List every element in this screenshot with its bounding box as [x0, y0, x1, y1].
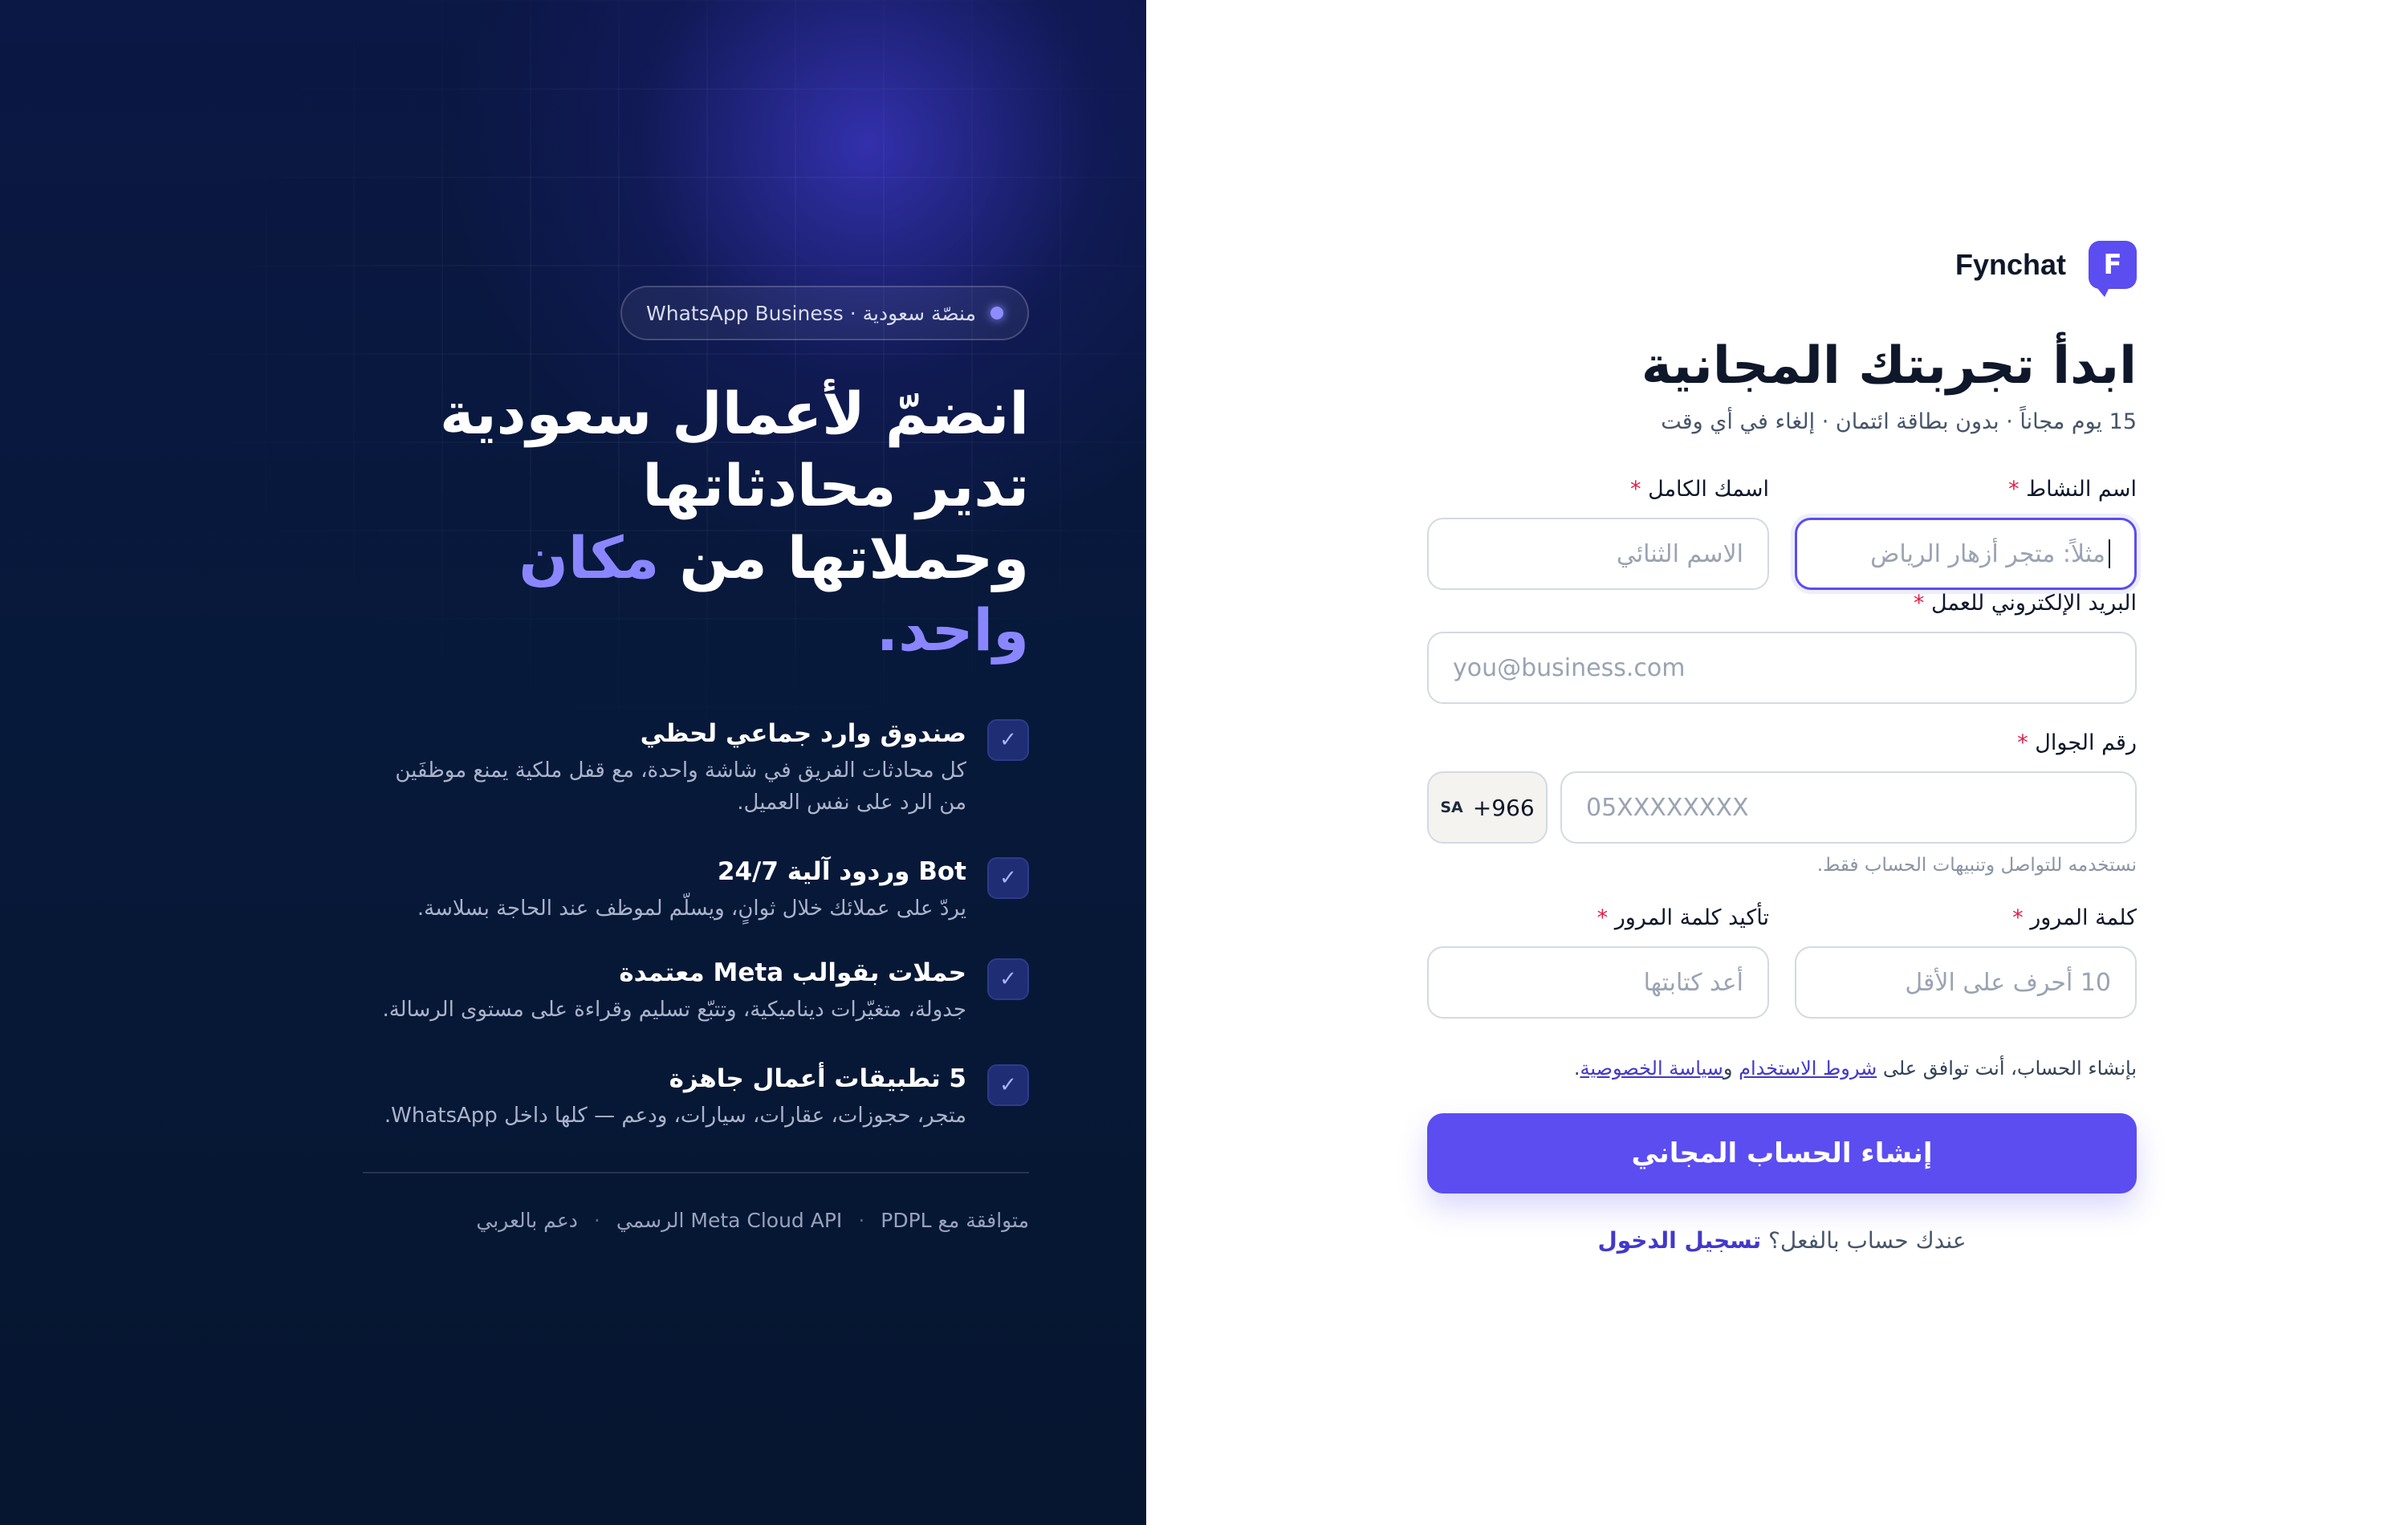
phone-label: رقم الجوال *: [1427, 730, 2137, 757]
signup-panel: F Fynchat ابدأ تجربتك المجانية 15 يوم مج…: [1146, 0, 2408, 1525]
brand-logo-icon: F: [2089, 241, 2137, 297]
saudi-flag-icon: SA: [1440, 799, 1463, 816]
password-row: كلمة المرور * 10 أحرف على الأقل تأكيد كل…: [1427, 905, 2137, 1019]
feature-item: ✓ Bot وردود آلية 24/7 يردّ على عملائك خل…: [363, 856, 1029, 925]
full-name-label: اسمك الكامل *: [1427, 476, 1769, 503]
phone-placeholder: 05XXXXXXXX: [1586, 793, 1749, 822]
full-name-label-text: اسمك الكامل: [1648, 477, 1769, 502]
feature-title: Bot وردود آلية 24/7: [717, 857, 966, 886]
compliance-item-pdpl: متوافقة مع PDPL: [881, 1209, 1029, 1232]
footer-separator: ·: [593, 1209, 600, 1232]
login-prompt: عندك حساب بالفعل؟ تسجيل الدخول: [1427, 1227, 2137, 1254]
form-subtitle: 15 يوم مجاناً · بدون بطاقة ائتمان · إلغا…: [1661, 409, 2137, 434]
email-input[interactable]: you@business.com: [1427, 632, 2137, 704]
check-icon: ✓: [987, 1064, 1029, 1106]
password-placeholder: 10 أحرف على الأقل: [1905, 968, 2111, 997]
confirm-password-placeholder: أعد كتابتها: [1643, 968, 1743, 997]
required-asterisk: *: [1597, 905, 1609, 930]
phone-label-text: رقم الجوال: [2035, 730, 2137, 755]
password-input[interactable]: 10 أحرف على الأقل: [1795, 946, 2137, 1019]
email-label: البريد الإلكتروني للعمل *: [1427, 590, 2137, 617]
full-name-group: اسمك الكامل * الاسم الثنائي: [1427, 476, 1769, 590]
feature-title: 5 تطبيقات أعمال جاهزة: [669, 1064, 966, 1093]
feature-description: يردّ على عملائك خلال ثوانٍ، ويسلّم لموظف…: [417, 897, 966, 921]
hero-title: انضمّ لأعمال سعودية تدير محادثاتها وحملا…: [363, 377, 1029, 666]
business-name-group: اسم النشاط * مثلاً: متجر أزهار الرياض: [1795, 476, 2137, 590]
check-icon: ✓: [987, 719, 1029, 761]
phone-input[interactable]: 05XXXXXXXX: [1560, 771, 2137, 844]
password-group: كلمة المرور * 10 أحرف على الأقل: [1795, 905, 2137, 1019]
compliance-item-arabic-support: دعم بالعربي: [476, 1209, 578, 1232]
required-asterisk: *: [1630, 477, 1641, 502]
status-dot-icon: [990, 307, 1003, 319]
email-placeholder: you@business.com: [1453, 653, 1686, 682]
terms-prefix: بإنشاء الحساب، أنت توافق على: [1877, 1057, 2137, 1080]
hero-title-period: .: [876, 596, 899, 664]
brand-name: Fynchat: [1954, 248, 2066, 281]
confirm-password-input[interactable]: أعد كتابتها: [1427, 946, 1769, 1019]
feature-item: ✓ صندوق وارد جماعي لحظي كل محادثات الفري…: [363, 718, 1029, 819]
phone-row: 05XXXXXXXX SA +966: [1427, 771, 2137, 844]
check-icon: ✓: [987, 857, 1029, 899]
compliance-footer: متوافقة مع PDPL · Meta Cloud API الرسمي …: [363, 1209, 1029, 1232]
terms-notice: بإنشاء الحساب، أنت توافق على شروط الاستخ…: [1427, 1057, 2137, 1080]
signup-form: F Fynchat ابدأ تجربتك المجانية 15 يوم مج…: [1427, 241, 2137, 1254]
brand: F Fynchat: [1427, 241, 2137, 297]
feature-item: ✓ 5 تطبيقات أعمال جاهزة متجر، حجوزات، عق…: [363, 1063, 1029, 1132]
terms-of-use-link[interactable]: شروط الاستخدام: [1739, 1057, 1877, 1080]
country-code-selector[interactable]: SA +966: [1427, 771, 1548, 844]
required-asterisk: *: [2017, 730, 2028, 755]
feature-description: جدولة، متغيّرات ديناميكية، وتتبّع تسليم …: [382, 998, 966, 1022]
platform-badge: منصّة سعودية · WhatsApp Business: [620, 286, 1029, 340]
full-name-input[interactable]: الاسم الثنائي: [1427, 518, 1769, 590]
feature-description: متجر، حجوزات، عقارات، سيارات، ودعم — كله…: [384, 1104, 966, 1128]
feature-list: ✓ صندوق وارد جماعي لحظي كل محادثات الفري…: [363, 718, 1029, 1132]
compliance-item-meta-api: Meta Cloud API الرسمي: [616, 1209, 843, 1232]
terms-and: و: [1723, 1057, 1739, 1080]
business-name-placeholder: مثلاً: متجر أزهار الرياض: [1870, 539, 2105, 568]
confirm-password-label-text: تأكيد كلمة المرور: [1614, 905, 1769, 930]
feature-title: صندوق وارد جماعي لحظي: [640, 719, 966, 748]
phone-hint: نستخدمه للتواصل وتنبيهات الحساب فقط.: [1816, 855, 2137, 876]
login-prompt-text: عندك حساب بالفعل؟: [1761, 1227, 1967, 1254]
confirm-password-label: تأكيد كلمة المرور *: [1427, 905, 1769, 932]
name-row: اسم النشاط * مثلاً: متجر أزهار الرياض اس…: [1427, 476, 2137, 590]
full-name-placeholder: الاسم الثنائي: [1616, 539, 1743, 568]
check-icon: ✓: [987, 958, 1029, 1000]
feature-description: كل محادثات الفريق في شاشة واحدة، مع قفل …: [395, 758, 966, 815]
hero-panel: منصّة سعودية · WhatsApp Business انضمّ ل…: [0, 0, 1146, 1525]
privacy-policy-link[interactable]: سياسة الخصوصية: [1580, 1057, 1723, 1080]
create-account-button[interactable]: إنشاء الحساب المجاني: [1427, 1113, 2137, 1194]
required-asterisk: *: [1913, 591, 1925, 616]
text-caret: [2109, 539, 2110, 568]
business-name-label-text: اسم النشاط: [2026, 477, 2137, 502]
email-group: البريد الإلكتروني للعمل * you@business.c…: [1427, 590, 2137, 704]
footer-separator: ·: [858, 1209, 865, 1232]
hero-content: منصّة سعودية · WhatsApp Business انضمّ ل…: [363, 286, 1029, 1232]
hero-title-line2-prefix: وحملاتها من: [659, 524, 1029, 592]
business-name-label: اسم النشاط *: [1795, 476, 2137, 503]
password-label: كلمة المرور *: [1795, 905, 2137, 932]
business-name-input[interactable]: مثلاً: متجر أزهار الرياض: [1795, 518, 2137, 590]
platform-badge-text: منصّة سعودية · WhatsApp Business: [646, 301, 976, 325]
login-link[interactable]: تسجيل الدخول: [1597, 1227, 1761, 1254]
country-code: +966: [1472, 794, 1535, 821]
phone-group: رقم الجوال * 05XXXXXXXX SA +966 نستخدمه …: [1427, 730, 2137, 876]
feature-item: ✓ حملات بقوالب Meta معتمدة جدولة، متغيّر…: [363, 957, 1029, 1026]
feature-title: حملات بقوالب Meta معتمدة: [619, 958, 966, 987]
password-label-text: كلمة المرور: [2030, 905, 2137, 930]
hero-divider: [363, 1172, 1029, 1173]
form-title: ابدأ تجربتك المجانية: [1641, 336, 2137, 396]
hero-title-line1: انضمّ لأعمال سعودية تدير محادثاتها: [439, 380, 1029, 519]
email-label-text: البريد الإلكتروني للعمل: [1930, 591, 2137, 616]
required-asterisk: *: [2012, 905, 2024, 930]
required-asterisk: *: [2008, 477, 2020, 502]
confirm-password-group: تأكيد كلمة المرور * أعد كتابتها: [1427, 905, 1769, 1019]
